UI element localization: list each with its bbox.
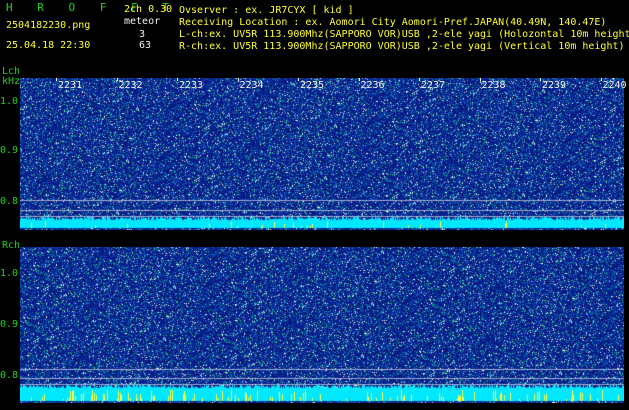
time-tick-mark bbox=[56, 78, 57, 81]
filename: 2504182230.png bbox=[6, 20, 91, 31]
datetime: 25.04.18 22:30 bbox=[6, 40, 91, 51]
time-tick-label: 2231 bbox=[58, 80, 83, 91]
time-tick-mark bbox=[479, 78, 481, 81]
time-tick-mark bbox=[177, 78, 178, 81]
lch-spectrogram bbox=[20, 78, 624, 230]
meteor-count-rch: 63 bbox=[139, 40, 152, 51]
time-tick-label: 2234 bbox=[239, 80, 264, 91]
rch-freq-0.8: 0.8 bbox=[0, 370, 19, 381]
time-tick-label: 2233 bbox=[179, 80, 204, 91]
time-tick-mark bbox=[600, 78, 602, 81]
mode-label: 2ch 0.30 bbox=[124, 4, 173, 15]
meteor-label: meteor bbox=[124, 16, 161, 27]
time-tick-label: 2237 bbox=[421, 80, 446, 91]
observer-info: Ovserver : ex. JR7CYX [ kid ] bbox=[179, 5, 354, 16]
time-tick-label: 2238 bbox=[481, 80, 506, 91]
time-tick-label: 2232 bbox=[118, 80, 143, 91]
time-tick-mark bbox=[419, 78, 420, 81]
lch-freq-1.0: 1.0 bbox=[0, 96, 19, 107]
location-info: Receiving Location : ex. Aomori City Aom… bbox=[179, 17, 607, 28]
time-tick-label: 2235 bbox=[300, 80, 325, 91]
time-tick-label: 2239 bbox=[542, 80, 567, 91]
rch-info: R-ch:ex. UV5R 113.900Mhz(SAPPORO VOR)USB… bbox=[179, 41, 625, 52]
lch-freq-0.9: 0.9 bbox=[0, 145, 19, 156]
time-tick-mark bbox=[237, 78, 239, 81]
time-tick-label: 2240 bbox=[602, 80, 627, 91]
time-tick-mark bbox=[298, 78, 299, 81]
time-tick-label: 2236 bbox=[360, 80, 385, 91]
rch-label: Rch bbox=[2, 240, 21, 251]
rch-spectrogram bbox=[20, 247, 624, 403]
rch-freq-0.9: 0.9 bbox=[0, 319, 19, 330]
time-tick-mark bbox=[540, 78, 541, 81]
rch-freq-1.0: 1.0 bbox=[0, 268, 19, 279]
lch-unit: kHz bbox=[2, 76, 21, 87]
lch-info: L-ch:ex. UV5R 113.900Mhz(SAPPORO VOR)USB… bbox=[179, 29, 629, 40]
time-tick-mark bbox=[116, 78, 118, 81]
lch-freq-0.8: 0.8 bbox=[0, 196, 19, 207]
time-tick-mark bbox=[358, 78, 360, 81]
